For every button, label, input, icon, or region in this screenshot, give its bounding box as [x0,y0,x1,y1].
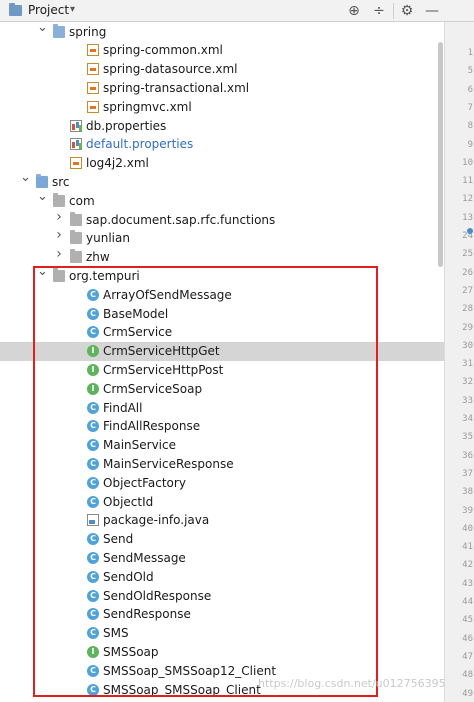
line-number: 5 [467,66,473,77]
tree-row[interactable]: spring-datasource.xml [0,60,444,79]
line-number: 48 [462,670,473,681]
collapsed-arrow-icon[interactable]: › [54,247,64,261]
line-number: 6 [467,84,473,95]
package-icon [70,249,82,264]
tree-row[interactable]: default.properties [0,135,444,154]
line-number: 9 [467,139,473,150]
line-number: 37 [462,468,473,479]
line-number: 12 [462,194,473,205]
folder-icon [53,23,65,38]
xml-file-icon [87,63,99,76]
line-number: 38 [462,487,473,498]
tree-row[interactable]: spring-common.xml [0,41,444,60]
line-number: 8 [467,121,473,132]
tree-row[interactable]: › yunlian [0,228,444,248]
tree-row[interactable]: ⌄ src [0,171,444,192]
tree-row[interactable]: › sap.document.sap.rfc.functions [0,210,444,230]
collapse-all-icon[interactable]: ÷ [370,2,388,20]
line-number: 7 [467,102,473,113]
line-number: 41 [462,542,473,553]
line-number: 49 [462,688,473,699]
toolbar-divider [393,3,394,19]
expand-arrow-icon[interactable]: ⌄ [37,22,48,34]
project-toolbar: Project ▾ ⊕ ÷ ⚙ — [0,0,474,22]
tree-row[interactable]: springmvc.xml [0,98,444,117]
line-number: 1 [467,48,473,58]
tree-item-label: spring [69,24,107,39]
line-number: 29 [462,322,473,333]
tree-item-label: spring-transactional.xml [103,80,250,95]
line-number: 25 [462,249,473,260]
line-number: 26 [462,267,473,278]
xml-file-icon [87,44,99,57]
properties-file-icon [70,138,82,151]
hide-icon[interactable]: — [423,2,441,20]
tree-item-label: sap.document.sap.rfc.functions [86,212,276,227]
xml-file-icon [87,81,99,94]
line-number: 46 [462,633,473,644]
expand-arrow-icon[interactable]: ⌄ [37,190,48,203]
line-number: 13 [462,212,473,223]
watermark: https://blog.csdn.net/u012756395 [258,677,446,690]
properties-file-icon [70,119,82,132]
package-icon [70,211,82,226]
line-number: 39 [462,505,473,516]
line-number: 35 [462,432,473,443]
line-number: 33 [462,395,473,406]
package-icon [70,230,82,245]
line-number: 44 [462,597,473,607]
xml-file-icon [70,157,82,170]
line-number: 34 [462,414,473,424]
line-number: 10 [462,157,473,168]
tree-item-label: zhw [86,250,110,265]
line-number: 42 [462,560,473,571]
settings-icon[interactable]: ⚙ [398,2,416,20]
line-number: 30 [462,340,473,351]
tree-item-label: yunlian [86,231,130,246]
collapsed-arrow-icon[interactable]: › [54,210,64,224]
line-number: 28 [462,304,473,315]
tree-row[interactable]: spring-transactional.xml [0,79,444,98]
line-number: 31 [462,359,473,370]
chevron-down-icon[interactable]: ▾ [70,4,75,15]
tree-row[interactable]: db.properties [0,117,444,136]
expand-arrow-icon[interactable]: ⌄ [20,171,31,184]
project-icon [9,3,22,16]
tree-item-label: default.properties [86,137,194,152]
package-icon [53,192,65,207]
line-number: 11 [462,176,473,187]
bookmark-marker-icon [467,228,473,234]
line-number: 32 [462,377,473,388]
tree-item-label: spring-common.xml [103,43,223,58]
tree-row[interactable]: ⌄ com [0,190,444,211]
scrollbar-thumb[interactable] [438,42,443,267]
tree-item-label: com [69,193,95,208]
line-number: 45 [462,615,473,626]
line-number-gutter: 1 5 6 7 8 9 10 11 12 13 24 25 26 27 28 29 30 31 32 33 34 35 36… [444,22,474,702]
line-number: 47 [462,651,473,662]
tree-item-label: src [52,174,70,189]
project-view-title[interactable]: Project [28,3,69,17]
tree-item-label: springmvc.xml [103,99,192,114]
line-number: 40 [462,523,473,534]
xml-file-icon [87,100,99,113]
line-number: 43 [462,578,473,589]
collapsed-arrow-icon[interactable]: › [54,228,64,242]
line-number: 27 [462,285,473,296]
tree-item-label: db.properties [86,118,167,133]
line-number: 36 [462,450,473,461]
tree-item-label: spring-datasource.xml [103,62,238,77]
locate-icon[interactable]: ⊕ [345,2,363,20]
red-highlight-box [33,266,378,697]
tree-item-label: log4j2.xml [86,156,149,171]
tree-row[interactable]: ⌄ spring [0,22,444,42]
tree-row[interactable]: log4j2.xml [0,154,444,173]
tree-row[interactable]: › zhw [0,247,444,267]
source-folder-icon [36,173,48,188]
